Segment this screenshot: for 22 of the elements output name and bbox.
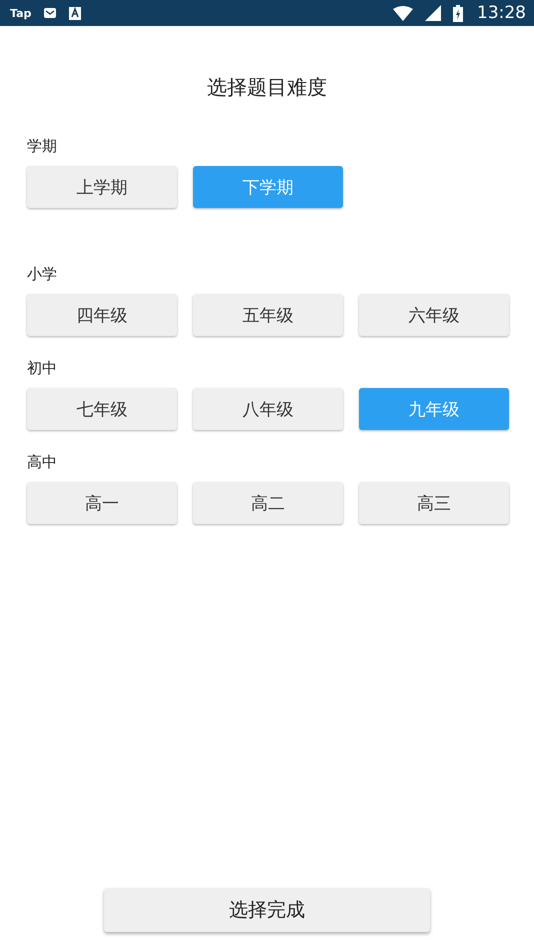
option-button[interactable]: 高一 xyxy=(27,482,177,524)
document-icon xyxy=(69,6,82,20)
wifi-icon xyxy=(393,6,413,20)
battery-icon xyxy=(453,4,463,22)
option-button[interactable]: 高三 xyxy=(359,482,509,524)
mail-icon xyxy=(43,7,58,19)
section-label: 学期 xyxy=(27,136,58,156)
page-title: 选择题目难度 xyxy=(206,74,328,100)
signal-icon xyxy=(425,5,441,21)
option-button[interactable]: 七年级 xyxy=(27,388,177,430)
option-button[interactable]: 高二 xyxy=(193,482,343,524)
option-button[interactable]: 上学期 xyxy=(27,166,177,208)
section-label: 初中 xyxy=(27,358,58,378)
section-label: 小学 xyxy=(27,264,58,284)
option-button[interactable]: 八年级 xyxy=(193,388,343,430)
app-label: Tap xyxy=(10,6,32,20)
section-label: 高中 xyxy=(27,452,58,472)
done-button[interactable]: 选择完成 xyxy=(104,888,430,932)
option-button[interactable]: 四年级 xyxy=(27,294,177,336)
clock: 13:28 xyxy=(477,3,526,23)
option-button[interactable]: 六年级 xyxy=(359,294,509,336)
option-button[interactable]: 五年级 xyxy=(193,294,343,336)
